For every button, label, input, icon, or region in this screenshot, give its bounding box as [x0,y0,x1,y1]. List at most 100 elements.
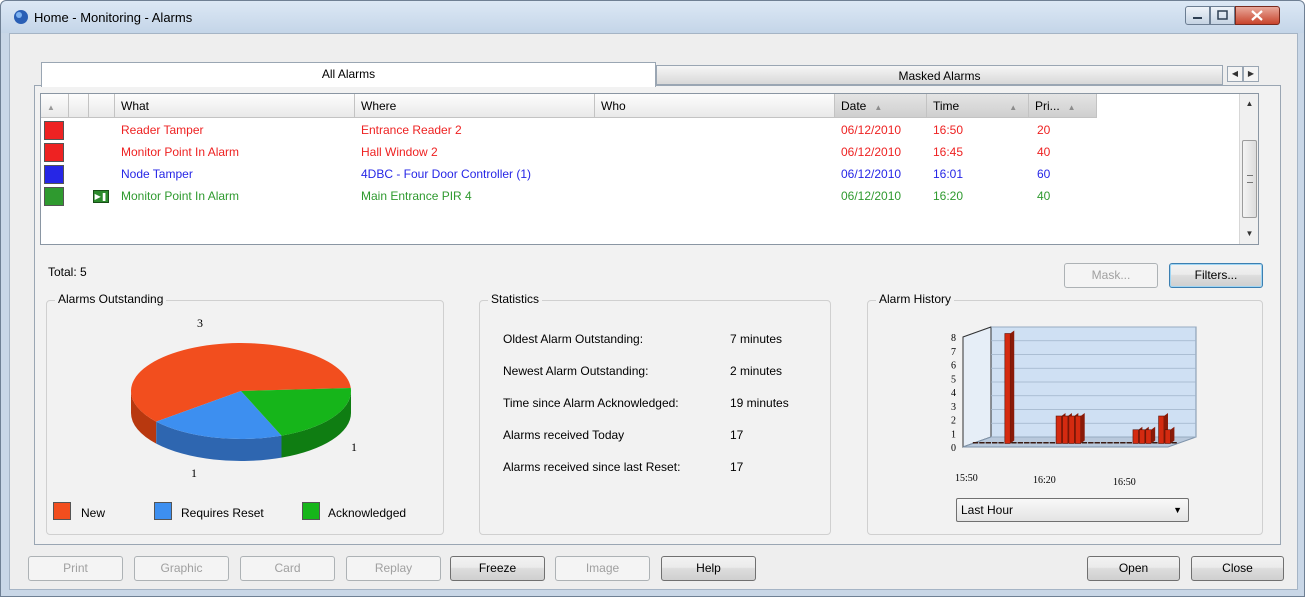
print-button[interactable]: Print [28,556,123,581]
column-header-time[interactable]: Time ▲ [927,94,1029,118]
chevron-down-icon: ▼ [1173,505,1182,515]
stat-value: 7 minutes [730,332,783,346]
state-column-header[interactable] [69,94,89,118]
history-bar [1049,442,1056,444]
cell-where: 4DBC - Four Door Controller (1) [361,167,532,181]
graphic-button[interactable]: Graphic [134,556,229,581]
tab-scroll-left-icon[interactable]: ◀ [1227,66,1243,82]
column-header-priority[interactable]: Pri... ▲ [1029,94,1097,118]
tab-masked-alarms[interactable]: Masked Alarms [656,65,1223,85]
table-row[interactable]: Node Tamper 4DBC - Four Door Controller (… [41,164,1236,186]
x-tick-label: 16:20 [1033,475,1056,486]
history-bar [1100,442,1107,444]
history-bar [998,442,1004,444]
image-button[interactable]: Image [555,556,650,581]
cell-priority: 60 [1037,167,1051,181]
card-button[interactable]: Card [240,556,335,581]
cell-priority: 40 [1037,189,1051,203]
history-bar [1011,442,1017,444]
alarms-outstanding-title: Alarms Outstanding [55,292,167,306]
close-icon [1251,10,1263,21]
stat-value: 17 [730,460,744,474]
table-row[interactable]: Reader Tamper Entrance Reader 2 06/12/2010… [41,120,1236,142]
history-range-select[interactable]: Last Hour ▼ [956,498,1189,522]
tab-scroll-buttons: ◀ ▶ [1227,66,1259,82]
close-button[interactable]: Close [1191,556,1284,581]
sort-asc-icon: ▲ [1009,103,1018,112]
icon-column-header[interactable] [89,94,115,118]
cell-date: 06/12/2010 [841,145,902,159]
freeze-button[interactable]: Freeze [450,556,545,581]
cell-time: 16:01 [933,167,964,181]
replay-button[interactable]: Replay [346,556,441,581]
history-bar [1017,442,1024,444]
tab-all-alarms[interactable]: All Alarms [41,62,656,87]
close-window-button[interactable] [1235,6,1280,25]
table-row[interactable]: ▶❚ Monitor Point In Alarm Main Entrance PI… [41,186,1236,208]
alarm-state-indicator [44,121,64,140]
column-header-where[interactable]: Where [355,94,595,118]
y-tick-label: 6 [951,361,956,372]
filters-button[interactable]: Filters... [1169,263,1263,288]
stat-value: 19 minutes [730,396,789,410]
history-bar [992,442,998,444]
open-button[interactable]: Open [1087,556,1180,581]
maximize-button[interactable] [1210,6,1235,25]
window-title: Home - Monitoring - Alarms [34,10,193,25]
history-bar [1120,442,1126,444]
scroll-up-icon[interactable]: ▲ [1240,96,1259,112]
column-header-what[interactable]: What [115,94,355,118]
alarm-state-indicator [44,143,64,162]
app-globe-icon [14,10,28,24]
cell-time: 16:50 [933,123,964,137]
grid-vertical-scrollbar[interactable]: ▲ ▼ [1239,94,1258,244]
maximize-icon [1217,10,1228,20]
mask-button[interactable]: Mask... [1064,263,1158,288]
stat-value: 2 minutes [730,364,783,378]
column-header-date-label: Date [841,99,867,113]
tab-scroll-right-icon[interactable]: ▶ [1243,66,1259,82]
history-bar [1024,442,1030,444]
pie-data-label: 1 [191,466,197,480]
scroll-down-icon[interactable]: ▼ [1240,226,1259,242]
y-tick-label: 7 [951,347,956,358]
history-bar [1113,442,1120,444]
alarm-grid: ▲ What Where Who Date ▲ Time ▲ Pri... ▲ Rea… [40,93,1259,245]
column-header-who[interactable]: Who [595,94,835,118]
help-button[interactable]: Help [661,556,756,581]
stat-label: Time since Alarm Acknowledged: [503,396,679,410]
history-bar [1043,442,1049,444]
history-bar [1126,442,1132,444]
cell-priority: 40 [1037,145,1051,159]
history-bar [985,442,992,444]
history-bar [972,442,979,444]
sort-asc-icon: ▲ [1067,103,1076,112]
column-header-date[interactable]: Date ▲ [835,94,927,118]
pie-data-label: 1 [351,440,357,454]
minimize-button[interactable] [1185,6,1210,25]
cell-what: Monitor Point In Alarm [121,189,240,203]
column-header-time-label: Time [933,99,960,113]
pie-data-label: 3 [197,316,203,330]
stat-label: Alarms received since last Reset: [503,460,681,474]
minimize-icon [1193,17,1202,19]
y-tick-label: 1 [951,429,956,440]
history-bar [1152,442,1158,444]
grip-icon [1247,175,1253,183]
select-all-header[interactable]: ▲ [41,94,69,118]
history-bar [1094,442,1100,444]
cell-where: Main Entrance PIR 4 [361,189,472,203]
stat-label: Newest Alarm Outstanding: [503,364,649,378]
column-header-priority-label: Pri... [1035,99,1060,113]
table-row[interactable]: Monitor Point In Alarm Hall Window 2 06/12… [41,142,1236,164]
y-tick-label: 0 [951,443,956,454]
cell-time: 16:20 [933,189,964,203]
y-tick-label: 5 [951,374,956,385]
cell-time: 16:45 [933,145,964,159]
alarm-history-title: Alarm History [876,292,955,306]
scroll-thumb[interactable] [1242,140,1257,218]
history-bar [1004,330,1015,444]
title-bar[interactable]: Home - Monitoring - Alarms [1,1,1304,33]
legend-label: New [81,506,106,520]
history-bar [1075,413,1085,444]
